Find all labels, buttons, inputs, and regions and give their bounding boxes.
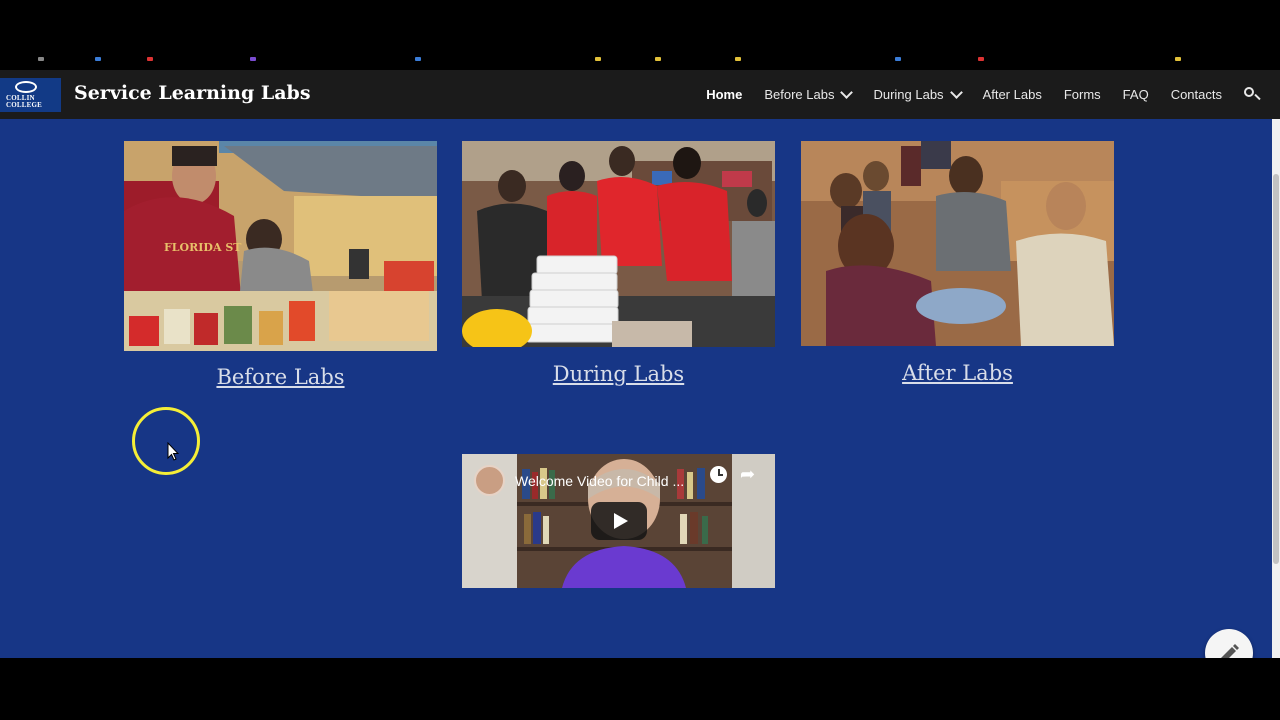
nav-forms[interactable]: Forms [1064, 87, 1101, 102]
nav-label: FAQ [1122, 87, 1149, 102]
logo-emblem-icon [15, 81, 37, 93]
nav-label: Before Labs [764, 87, 835, 102]
bookmark-icon[interactable] [895, 57, 901, 61]
bookmark-icon[interactable] [978, 57, 984, 61]
nav-contacts[interactable]: Contacts [1171, 87, 1222, 102]
nav-after-labs[interactable]: After Labs [983, 87, 1042, 102]
clock-icon[interactable] [710, 466, 727, 483]
bookmark-icon[interactable] [415, 57, 421, 61]
bookmark-icon[interactable] [38, 57, 44, 61]
before-labs-image[interactable]: FLORIDA ST [124, 141, 437, 351]
after-labs-link[interactable]: After Labs [801, 361, 1114, 385]
nav-home[interactable]: Home [706, 87, 742, 102]
main-content: FLORIDA ST Before Labs During Labs After… [0, 119, 1272, 658]
nav-before-labs[interactable]: Before Labs [764, 86, 854, 102]
nav-during-labs[interactable]: During Labs [873, 86, 963, 102]
chevron-down-icon [840, 86, 854, 99]
scrollbar-thumb[interactable] [1273, 174, 1279, 564]
nav-faq[interactable]: FAQ [1123, 87, 1149, 102]
video-title[interactable]: Welcome Video for Child ... [515, 473, 684, 489]
browser-viewport: COLLIN COLLEGE Service Learning Labs Hom… [0, 70, 1280, 658]
channel-avatar[interactable] [474, 465, 505, 496]
bookmark-icon[interactable] [735, 57, 741, 61]
nav-label: Contacts [1170, 87, 1222, 102]
bookmark-icon[interactable] [595, 57, 601, 61]
nav-label: After Labs [982, 87, 1042, 102]
chevron-down-icon [949, 86, 963, 99]
before-labs-link[interactable]: Before Labs [124, 365, 437, 389]
search-icon[interactable] [1244, 86, 1261, 103]
site-header: COLLIN COLLEGE Service Learning Labs Hom… [0, 70, 1280, 119]
bookmark-icon[interactable] [95, 57, 101, 61]
site-title[interactable]: Service Learning Labs [74, 82, 311, 104]
during-labs-image[interactable] [462, 141, 775, 347]
bookmark-icon[interactable] [250, 57, 256, 61]
nav-label: Forms [1063, 87, 1101, 102]
during-labs-link[interactable]: During Labs [462, 362, 775, 386]
welcome-video-player[interactable]: Welcome Video for Child ... ➦ [462, 454, 775, 588]
nav-label: Home [706, 87, 743, 102]
play-icon[interactable] [591, 502, 647, 540]
pencil-icon [1221, 644, 1239, 658]
scrollbar[interactable] [1272, 119, 1280, 658]
share-icon[interactable]: ➦ [740, 464, 755, 485]
cursor-highlight-ring [132, 407, 200, 475]
collin-college-logo[interactable]: COLLIN COLLEGE [0, 78, 61, 112]
mouse-pointer-icon [167, 442, 179, 461]
svg-text:FLORIDA ST: FLORIDA ST [164, 241, 242, 254]
bookmarks-bar [0, 56, 1280, 62]
main-nav: Home Before Labs During Labs After Labs … [684, 70, 1280, 119]
nav-label: During Labs [873, 87, 944, 102]
bookmark-icon[interactable] [655, 57, 661, 61]
bookmark-icon[interactable] [147, 57, 153, 61]
logo-text: COLLIN COLLEGE [6, 94, 43, 109]
after-labs-image[interactable] [801, 141, 1114, 346]
bookmark-icon[interactable] [1175, 57, 1181, 61]
